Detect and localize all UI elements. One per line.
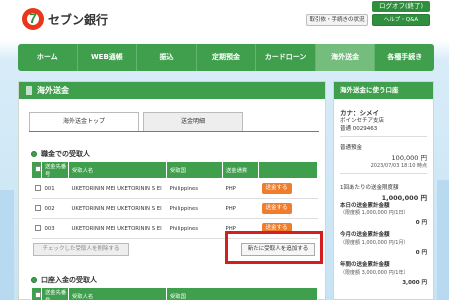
section-heading: 職金での受取人 [31, 149, 90, 159]
sidebar-title: 海外送金に使う口座 [334, 82, 433, 99]
delete-checked-button[interactable]: チェックした受取人を削除する [33, 243, 129, 256]
account-type: 普通預金 [340, 145, 363, 151]
account-recipient-table: 送金先番号 受取人名 受取国 [31, 287, 318, 300]
row-checkbox[interactable] [34, 224, 41, 231]
row-checkbox[interactable] [34, 184, 41, 191]
month-label: 今月の送金累計金額 [340, 232, 390, 238]
balance: 100,000 円 [391, 154, 427, 162]
col-number: 送金先番号 [41, 161, 69, 179]
recipient-number: 001 [41, 178, 69, 199]
recipient-name: UKETORININ MEI UKETORININ S EI [68, 218, 167, 239]
col-country: 受取国 [166, 287, 318, 300]
nav-transfer[interactable]: 振込 [137, 44, 197, 71]
building-decoration [0, 190, 14, 300]
year-limit: （限度額 3,000,000 円/1年） [340, 270, 409, 276]
recipient-number: 002 [41, 198, 69, 219]
col-currency: 送金通貨 [222, 161, 259, 179]
tab-remittance-top[interactable]: 海外送金トップ [29, 112, 139, 132]
building-decoration [437, 180, 449, 300]
logout-button[interactable]: ログオフ(終了) [372, 1, 430, 12]
tabs: 海外送金トップ 送金明細 [29, 112, 243, 132]
bullet-icon [31, 277, 37, 283]
month-value: 0 円 [415, 250, 427, 256]
panel-title: 海外送金 [19, 82, 325, 99]
send-button[interactable]: 送金する [261, 183, 292, 194]
highlight-box [225, 231, 323, 264]
recipient-country: Philippines [166, 178, 223, 199]
logo-mark-icon: 7 [22, 8, 44, 30]
select-all-checkbox[interactable] [35, 166, 41, 172]
account-number: 普通 0029463 [340, 126, 378, 132]
today-label: 本日の送金累計金額 [340, 203, 390, 209]
status-button[interactable]: 取引依・手続きの状況 [306, 14, 368, 26]
nav-overseas-remittance[interactable]: 海外送金 [315, 44, 376, 71]
help-button[interactable]: ヘルプ・Q&A [372, 14, 430, 26]
nav-procedures[interactable]: 各種手続き [375, 44, 434, 71]
recipient-name: UKETORININ MEI UKETORININ S EI [68, 198, 167, 219]
col-number: 送金先番号 [41, 287, 69, 300]
col-name: 受取人名 [68, 161, 167, 179]
balance-timestamp: 2023/07/03 18:10 時点 [370, 163, 427, 169]
recipient-name: UKETORININ MEI UKETORININ S EI [68, 178, 167, 199]
recipient-currency: PHP [222, 198, 259, 219]
remittance-panel: 海外送金 海外送金トップ 送金明細 職金での受取人 送金先番号 受取人名 受取国… [18, 81, 326, 300]
today-limit: （限度額 1,000,000 円/1日） [340, 210, 409, 216]
recipient-number: 003 [41, 218, 69, 239]
row-checkbox[interactable] [34, 204, 41, 211]
main-nav: ホーム WEB通帳 振込 定期預金 カードローン 海外送金 各種手続き [18, 44, 434, 71]
month-limit: （限度額 1,000,000 円/1月） [340, 240, 409, 246]
table-row: 001 UKETORININ MEI UKETORININ S EI Phili… [31, 178, 318, 199]
select-all-checkbox[interactable] [35, 292, 41, 298]
tab-divider [29, 131, 319, 132]
col-country: 受取国 [166, 161, 223, 179]
recipient-currency: PHP [222, 178, 259, 199]
nav-web-passbook[interactable]: WEB通帳 [78, 44, 138, 71]
branch-name: ボインセチア支店 [340, 118, 385, 124]
today-value: 0 円 [415, 220, 427, 226]
account-sidebar: 海外送金に使う口座 カナ：シメイ ボインセチア支店 普通 0029463 普通預… [333, 81, 434, 300]
col-action [258, 161, 318, 179]
table-row: 002 UKETORININ MEI UKETORININ S EI Phili… [31, 198, 318, 219]
tab-remittance-details[interactable]: 送金明細 [143, 112, 243, 132]
header-checkbox-cell [31, 161, 42, 179]
section-heading: 口座入金の受取人 [31, 275, 97, 285]
recipient-country: Philippines [166, 198, 223, 219]
logo-text: セブン銀行 [48, 12, 109, 27]
nav-card-loan[interactable]: カードローン [256, 44, 316, 71]
nav-home[interactable]: ホーム [18, 44, 78, 71]
bullet-icon [31, 151, 37, 157]
send-button[interactable]: 送金する [261, 203, 292, 214]
recipient-table: 送金先番号 受取人名 受取国 送金通貨 001 UKETORININ MEI U… [31, 161, 318, 239]
limit-label: 1回あたりの送金限度額 [340, 185, 399, 191]
recipient-country: Philippines [166, 218, 223, 239]
col-name: 受取人名 [68, 287, 167, 300]
bank-logo[interactable]: 7 セブン銀行 [22, 8, 108, 30]
year-label: 年間の送金累計金額 [340, 262, 390, 268]
nav-time-deposit[interactable]: 定期預金 [197, 44, 257, 71]
year-value: 3,000 円 [402, 280, 427, 286]
